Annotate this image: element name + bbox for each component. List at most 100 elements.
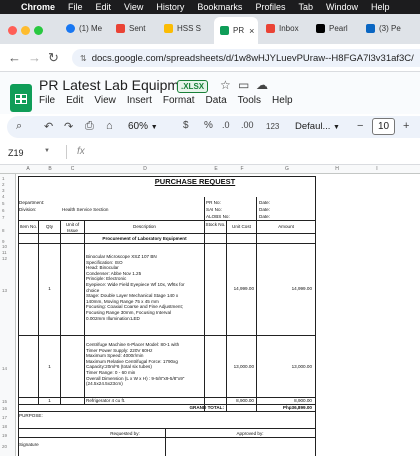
print-icon[interactable]: ⎙ xyxy=(85,120,94,133)
sheets-menu-view[interactable]: View xyxy=(94,95,116,106)
row-header[interactable]: 5 xyxy=(2,201,14,206)
row-header[interactable]: 8 xyxy=(2,228,14,233)
document-title[interactable]: PR Latest Lab Equipment xyxy=(39,77,199,93)
menu-help[interactable]: Help xyxy=(371,2,390,12)
approved-by-label: Approved by: xyxy=(236,431,264,436)
decrease-decimal-button[interactable]: .0 xyxy=(222,120,230,130)
window-close-button[interactable] xyxy=(8,26,17,35)
sheets-menu-format[interactable]: Format xyxy=(163,95,195,106)
browser-tab-inbox[interactable]: Inbox xyxy=(266,20,306,36)
font-size-input[interactable]: 10 xyxy=(372,118,395,135)
address-bar[interactable]: ⇅ docs.google.com/spreadsheets/d/1w8wHJY… xyxy=(72,49,420,67)
row-header[interactable]: 7 xyxy=(2,215,14,220)
menu-profiles[interactable]: Profiles xyxy=(255,2,285,12)
column-header-e[interactable]: E xyxy=(205,166,227,172)
menu-bookmarks[interactable]: Bookmarks xyxy=(197,2,242,12)
x-icon xyxy=(316,23,325,33)
browser-tab-linkedin[interactable]: (3) Pe xyxy=(366,20,418,36)
percent-format-button[interactable]: % xyxy=(204,120,213,131)
column-header-c[interactable]: C xyxy=(60,166,85,172)
header-qty: Qty xyxy=(45,224,54,229)
redo-icon[interactable]: ↷ xyxy=(64,120,73,133)
row-header[interactable]: 1 xyxy=(2,176,14,181)
column-header-d[interactable]: D xyxy=(85,166,205,172)
column-header-g[interactable]: G xyxy=(257,166,317,172)
row-header[interactable]: 17 xyxy=(2,415,14,420)
column-header-a[interactable]: A xyxy=(18,166,38,172)
row-header[interactable]: 11 xyxy=(2,250,14,255)
move-folder-icon[interactable]: ▭ xyxy=(238,78,249,92)
menu-window[interactable]: Window xyxy=(326,2,358,12)
menu-app-name[interactable]: Chrome xyxy=(21,2,55,12)
row-header[interactable]: 18 xyxy=(2,424,14,429)
back-arrow-icon[interactable]: ← xyxy=(8,51,21,65)
row-header[interactable]: 3 xyxy=(2,188,14,193)
currency-format-button[interactable]: $ xyxy=(183,120,189,131)
row-header[interactable]: 13 xyxy=(2,288,14,293)
column-header-f[interactable]: F xyxy=(227,166,257,172)
google-sheets-logo-icon[interactable] xyxy=(10,84,32,112)
browser-tab-facebook[interactable]: (1) Me xyxy=(66,20,106,36)
pr-no-label: PR No: xyxy=(206,200,221,205)
row-header[interactable]: 10 xyxy=(2,244,14,249)
star-icon[interactable]: ☆ xyxy=(220,78,231,92)
row-header[interactable]: 14 xyxy=(2,366,14,371)
menu-edit[interactable]: Edit xyxy=(96,2,112,12)
menu-history[interactable]: History xyxy=(156,2,184,12)
sheets-menu-file[interactable]: File xyxy=(39,95,55,106)
item-1-unit-cost: 14,999.00 xyxy=(233,286,254,291)
menu-view[interactable]: View xyxy=(124,2,143,12)
menu-tab[interactable]: Tab xyxy=(298,2,313,12)
font-size-decrease-button[interactable]: − xyxy=(357,120,363,132)
window-zoom-button[interactable] xyxy=(34,26,43,35)
division-value: Health Service Section xyxy=(62,207,109,212)
header-description: Description xyxy=(133,224,156,229)
window-minimize-button[interactable] xyxy=(21,26,30,35)
division-label: Division: xyxy=(19,207,37,212)
cloud-status-icon[interactable]: ☁ xyxy=(256,78,268,92)
chevron-down-icon[interactable]: ▼ xyxy=(44,148,50,154)
row-header[interactable]: 19 xyxy=(2,433,14,438)
tab-close-icon[interactable]: × xyxy=(249,26,254,36)
row-header[interactable]: 2 xyxy=(2,182,14,187)
sheets-menu-edit[interactable]: Edit xyxy=(66,95,83,106)
column-header-b[interactable]: B xyxy=(40,166,60,172)
item-1-amount: 14,999.00 xyxy=(291,286,312,291)
increase-decimal-button[interactable]: .00 xyxy=(241,120,254,130)
font-size-increase-button[interactable]: + xyxy=(403,120,409,132)
row-header[interactable]: 4 xyxy=(2,194,14,199)
row-header[interactable]: 16 xyxy=(2,406,14,411)
sheets-menu-help[interactable]: Help xyxy=(272,95,293,106)
browser-tab-sent[interactable]: Sent xyxy=(116,20,156,36)
browser-tab-hss[interactable]: HSS S xyxy=(164,20,206,36)
paint-format-icon[interactable]: ⌂ xyxy=(106,120,113,132)
site-info-icon[interactable]: ⇅ xyxy=(80,54,87,63)
reload-icon[interactable]: ↻ xyxy=(48,51,59,65)
sheets-menu-tools[interactable]: Tools xyxy=(238,95,261,106)
sheets-icon xyxy=(220,26,229,35)
column-header-h[interactable]: H xyxy=(317,166,357,172)
header-unit-of-issue: Unit of Issue xyxy=(65,222,80,233)
formula-input[interactable] xyxy=(94,145,414,159)
browser-tab-pearl[interactable]: Pearl xyxy=(316,20,356,36)
forward-arrow-icon[interactable]: → xyxy=(28,51,41,65)
row-header[interactable]: 15 xyxy=(2,399,14,404)
undo-icon[interactable]: ↶ xyxy=(44,120,53,133)
number-format-button[interactable]: 123 xyxy=(266,122,279,131)
item-1-qty: 1 xyxy=(48,286,51,291)
column-header-i[interactable]: I xyxy=(357,166,397,172)
item-3-unit-cost: 8,900.00 xyxy=(236,398,254,403)
row-header[interactable]: 12 xyxy=(2,256,14,261)
menu-file[interactable]: File xyxy=(68,2,83,12)
name-box[interactable]: Z19 xyxy=(8,148,24,158)
sheets-menu-insert[interactable]: Insert xyxy=(127,95,152,106)
font-family-select[interactable]: Defaul... ▼ xyxy=(295,121,340,132)
sheets-menu-data[interactable]: Data xyxy=(206,95,227,106)
sheets-menu: File Edit View Insert Format Data Tools … xyxy=(39,95,304,106)
chevron-down-icon: ▼ xyxy=(150,124,158,131)
search-menus-icon[interactable]: ⌕ xyxy=(16,120,22,133)
row-header[interactable]: 6 xyxy=(2,208,14,213)
zoom-select[interactable]: 60% ▼ xyxy=(128,121,158,132)
row-header[interactable]: 20 xyxy=(2,444,14,449)
browser-tab-active-pr[interactable]: PR × xyxy=(214,17,258,44)
